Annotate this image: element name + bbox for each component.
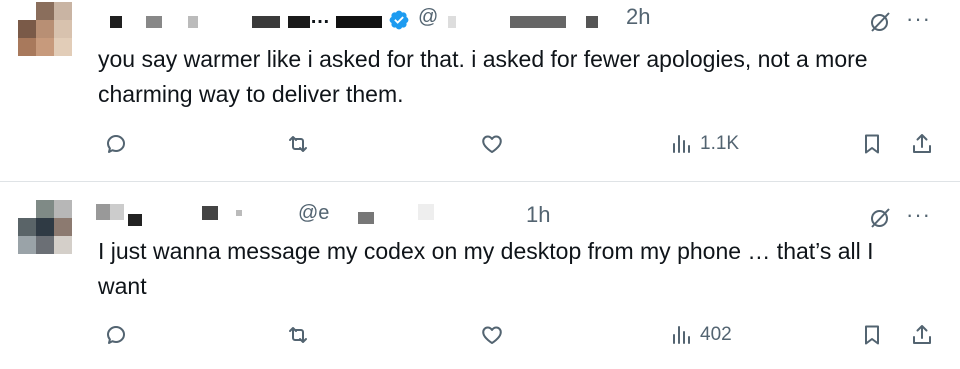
author-name-redacted[interactable] bbox=[128, 214, 142, 226]
tweet-header: @e 1h bbox=[96, 200, 716, 228]
avatar[interactable] bbox=[18, 2, 74, 58]
handle-redacted[interactable] bbox=[586, 16, 598, 28]
share-icon bbox=[913, 325, 931, 344]
more-icon[interactable]: ··· bbox=[906, 204, 931, 226]
views-count: 402 bbox=[700, 324, 732, 345]
views-button[interactable]: 1.1K bbox=[670, 132, 739, 156]
tweet-text-line: I just wanna message my codex on my desk… bbox=[98, 238, 874, 264]
like-icon bbox=[482, 135, 502, 153]
bookmark-icon bbox=[865, 325, 879, 345]
handle[interactable]: @ bbox=[418, 6, 438, 29]
timestamp[interactable]: 1h bbox=[526, 202, 550, 228]
grok-icon[interactable] bbox=[868, 10, 892, 34]
author-name-redacted[interactable] bbox=[110, 16, 122, 28]
author-name-redacted[interactable] bbox=[110, 204, 124, 220]
handle[interactable]: @e bbox=[298, 202, 329, 225]
tweet-header: … @ 2h bbox=[96, 4, 716, 34]
views-button[interactable]: 402 bbox=[670, 323, 732, 347]
repost-button[interactable] bbox=[286, 323, 310, 347]
handle-redacted[interactable] bbox=[418, 204, 434, 220]
bookmark-button[interactable] bbox=[860, 132, 884, 156]
reply-button[interactable] bbox=[104, 323, 128, 347]
tweet-text: you say warmer like i asked for that. i … bbox=[98, 42, 938, 112]
repost-icon bbox=[289, 136, 307, 152]
repost-icon bbox=[289, 327, 307, 343]
author-name-redacted[interactable] bbox=[336, 16, 382, 28]
bookmark-icon bbox=[865, 134, 879, 154]
author-name-redacted[interactable] bbox=[188, 16, 198, 28]
author-name-redacted[interactable] bbox=[236, 210, 242, 216]
author-name-redacted[interactable] bbox=[202, 206, 218, 220]
reply-icon bbox=[107, 326, 125, 344]
handle-redacted[interactable] bbox=[358, 212, 374, 224]
avatar[interactable] bbox=[18, 200, 74, 256]
share-button[interactable] bbox=[910, 323, 934, 347]
author-name-redacted[interactable] bbox=[96, 204, 110, 220]
views-icon bbox=[673, 326, 690, 344]
author-name-redacted[interactable] bbox=[288, 16, 310, 28]
share-icon bbox=[913, 134, 931, 153]
tweet-text-line: want bbox=[98, 273, 147, 299]
views-count: 1.1K bbox=[700, 133, 740, 154]
more-icon[interactable]: ··· bbox=[906, 8, 931, 30]
tweet-text: I just wanna message my codex on my desk… bbox=[98, 234, 938, 304]
like-button[interactable] bbox=[480, 323, 504, 347]
bookmark-button[interactable] bbox=[860, 323, 884, 347]
tweet-text-line: you say warmer like i asked for that. i … bbox=[98, 46, 868, 72]
author-name-redacted[interactable] bbox=[146, 16, 162, 28]
like-button[interactable] bbox=[480, 132, 504, 156]
handle-redacted[interactable] bbox=[448, 16, 456, 28]
grok-icon[interactable] bbox=[868, 206, 892, 230]
author-name-redacted[interactable] bbox=[252, 16, 280, 28]
repost-button[interactable] bbox=[286, 132, 310, 156]
verified-badge-icon bbox=[389, 10, 409, 30]
tweet[interactable]: … @ 2h ··· you say warmer like i asked f… bbox=[0, 0, 960, 181]
tweet[interactable]: @e 1h ··· I just wanna message my codex … bbox=[0, 182, 960, 369]
share-button[interactable] bbox=[910, 132, 934, 156]
author-name[interactable]: … bbox=[310, 6, 330, 29]
reply-button[interactable] bbox=[104, 132, 128, 156]
timestamp[interactable]: 2h bbox=[626, 4, 650, 30]
views-icon bbox=[673, 135, 690, 153]
handle-redacted[interactable] bbox=[510, 16, 566, 28]
reply-icon bbox=[107, 135, 125, 153]
tweet-text-line: charming way to deliver them. bbox=[98, 81, 404, 107]
like-icon bbox=[482, 326, 502, 344]
